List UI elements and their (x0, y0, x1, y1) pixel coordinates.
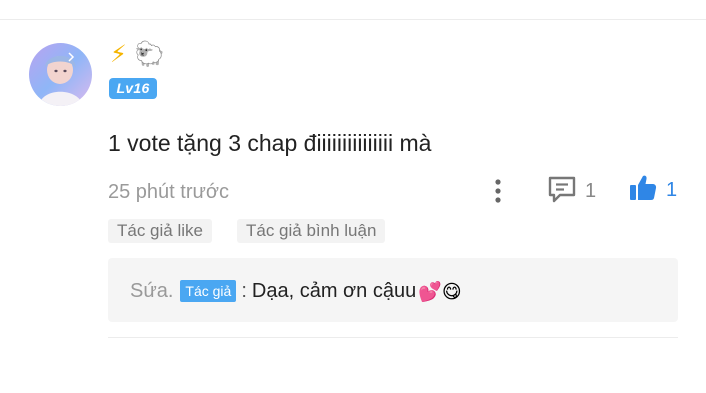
comment-timestamp: 25 phút trước (108, 181, 230, 203)
comment-text: 1 vote tặng 3 chap điiiiiiiiiiiiiii mà (108, 130, 432, 156)
level-badge: Lv16 (109, 78, 157, 99)
thumbs-up-icon (628, 173, 658, 208)
sheep-badge-icon: 🐑 (134, 40, 165, 68)
reply-preview[interactable]: Sứa. Tác giả : Dạa, cảm ơn cậuu 💕😋 (108, 258, 678, 322)
lightning-badge-icon: ⚡ (110, 40, 127, 68)
author-replied-tag: Tác giả bình luận (237, 219, 386, 243)
reply-button[interactable]: 1 (547, 176, 596, 206)
like-count: 1 (666, 178, 678, 201)
like-button[interactable]: 1 (628, 175, 677, 205)
author-badge: Tác giả (180, 280, 237, 302)
reply-emojis: 💕😋 (418, 280, 462, 303)
reply-author-name[interactable]: Sứa. (130, 280, 173, 303)
user-badges: ⚡ 🐑 (110, 38, 164, 68)
author-liked-tag: Tác giả like (108, 219, 212, 243)
avatar[interactable] (29, 43, 92, 106)
reply-line: Sứa. Tác giả : Dạa, cảm ơn cậuu 💕😋 (130, 278, 462, 304)
top-divider (0, 19, 706, 20)
reply-text: Dạa, cảm ơn cậuu (251, 279, 417, 302)
more-options-icon[interactable] (488, 177, 508, 205)
comment-page: ⚡ 🐑 Lv16 1 vote tặng 3 chap điiiiiiiiiii… (0, 0, 706, 393)
reply-separator: : (241, 279, 247, 302)
comment-bubble-icon (547, 175, 577, 208)
reply-count: 1 (585, 179, 597, 202)
bottom-divider (108, 337, 678, 338)
avatar-image (29, 43, 92, 106)
